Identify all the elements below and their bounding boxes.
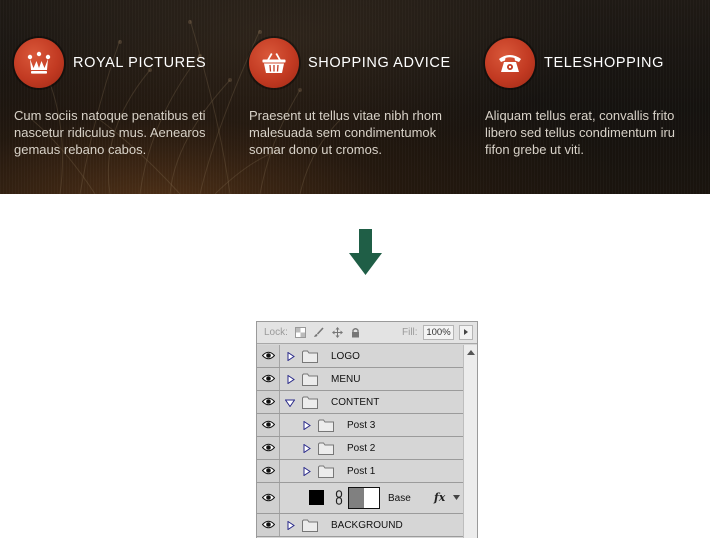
feature-royal-pictures: ROYAL PICTURES Cum sociis natoque penati… [14,38,234,158]
expand-arrow-icon[interactable] [303,444,311,453]
layer-thumbnail[interactable] [309,490,324,505]
visibility-toggle[interactable] [257,414,280,436]
feature-teleshopping: TELESHOPPING Aliquam tellus erat, conval… [485,38,705,158]
feature-title: ROYAL PICTURES [73,55,207,71]
visibility-toggle[interactable] [257,391,280,413]
description-line: Praesent ut tellus vitae nibh rhom [249,108,442,123]
description-line: nascetur ridiculus mus. Aenearos [14,125,206,140]
layer-name: Post 2 [347,443,376,454]
expand-arrow-icon[interactable] [287,352,295,361]
description-line: gemaus rebano cabos. [14,142,147,157]
feature-description: Aliquam tellus erat, convallis frito lib… [485,107,705,158]
layer-post-3[interactable]: Post 3 [257,414,463,437]
eye-icon [262,351,275,360]
shopping-basket-icon [249,38,299,88]
scroll-up-icon[interactable] [467,350,475,355]
layer-name: LOGO [331,351,360,362]
layer-name: BACKGROUND [331,520,403,531]
move-icon[interactable] [332,327,343,338]
folder-icon [318,442,334,455]
layers-list: LOGO MENU CONTENT Post 3 Post 2 Post 1 B… [257,345,463,537]
feature-title: SHOPPING ADVICE [308,55,451,71]
description-line: fifon grebe ut viti. [485,142,584,157]
feature-shopping-advice: SHOPPING ADVICE Praesent ut tellus vitae… [249,38,469,158]
folder-icon [302,350,318,363]
eye-icon [262,420,275,429]
expand-arrow-icon[interactable] [287,521,295,530]
arrow-down-icon [349,229,382,275]
description-line: somar dono ut cromos. [249,142,382,157]
fill-slider-button[interactable] [459,325,473,340]
layer-menu[interactable]: MENU [257,368,463,391]
visibility-toggle[interactable] [257,483,280,513]
layer-name: Post 1 [347,466,376,477]
lock-icon[interactable] [350,327,361,338]
fill-label: Fill: [402,327,418,338]
description-line: malesuada sem condimentumok [249,125,437,140]
crown-icon [14,38,64,88]
layer-name: Base [388,493,411,504]
layer-name: MENU [331,374,361,385]
eye-icon [262,493,275,502]
scrollbar[interactable] [463,345,477,538]
expand-arrow-icon[interactable] [303,421,311,430]
folder-icon [302,396,318,409]
layer-background[interactable]: BACKGROUND [257,514,463,537]
eye-icon [262,443,275,452]
expand-arrow-icon[interactable] [287,375,295,384]
layer-post-2[interactable]: Post 2 [257,437,463,460]
fx-icon[interactable]: fx [434,491,445,504]
visibility-toggle[interactable] [257,368,280,390]
lock-label: Lock: [264,327,288,338]
brush-icon[interactable] [313,327,324,338]
eye-icon [262,466,275,475]
collapse-arrow-icon[interactable] [285,399,295,407]
lock-transparency-icon[interactable] [295,327,306,338]
layer-post-1[interactable]: Post 1 [257,460,463,483]
feature-description: Cum sociis natoque penatibus eti nascetu… [14,107,234,158]
telephone-icon [485,38,535,88]
layers-panel: Lock: Fill: 100% LOGO MENU CONTENT Post … [256,321,478,538]
eye-icon [262,397,275,406]
link-icon[interactable] [335,490,343,505]
description-line: libero sed tellus condimentum iru [485,125,676,140]
feature-description: Praesent ut tellus vitae nibh rhom males… [249,107,469,158]
chevron-down-icon[interactable] [453,495,460,500]
expand-arrow-icon[interactable] [303,467,311,476]
layer-name: CONTENT [331,397,380,408]
layer-name: Post 3 [347,420,376,431]
fill-field[interactable]: 100% [423,325,454,340]
visibility-toggle[interactable] [257,514,280,536]
layer-base[interactable]: Base fx [257,483,463,514]
eye-icon [262,520,275,529]
folder-icon [318,465,334,478]
lock-bar: Lock: Fill: 100% [257,322,477,344]
visibility-toggle[interactable] [257,345,280,367]
layer-logo[interactable]: LOGO [257,345,463,368]
eye-icon [262,374,275,383]
visibility-toggle[interactable] [257,437,280,459]
feature-banner: ROYAL PICTURES Cum sociis natoque penati… [0,0,710,194]
description-line: Aliquam tellus erat, convallis frito [485,108,675,123]
layer-content[interactable]: CONTENT [257,391,463,414]
visibility-toggle[interactable] [257,460,280,482]
mask-thumbnail[interactable] [348,487,380,509]
folder-icon [302,519,318,532]
folder-icon [318,419,334,432]
feature-title: TELESHOPPING [544,55,665,71]
description-line: Cum sociis natoque penatibus eti [14,108,206,123]
folder-icon [302,373,318,386]
